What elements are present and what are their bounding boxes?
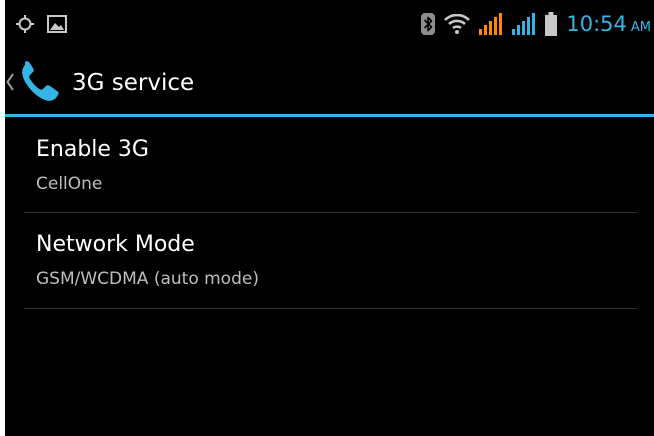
signal-icon-sim2 bbox=[512, 13, 536, 35]
phone-screen: 10:54 AM 3G service Enable 3G CellOne Ne… bbox=[5, 0, 654, 436]
list-divider bbox=[24, 308, 637, 309]
wifi-icon bbox=[444, 14, 471, 34]
signal-icon-sim1 bbox=[479, 13, 503, 35]
status-clock: 10:54 AM bbox=[566, 12, 651, 36]
pref-title: Network Mode bbox=[36, 232, 195, 257]
phone-icon bbox=[17, 59, 63, 105]
pref-summary: GSM/WCDMA (auto mode) bbox=[36, 269, 259, 289]
clock-ampm: AM bbox=[630, 20, 651, 35]
pref-enable-3g[interactable]: Enable 3G CellOne bbox=[5, 117, 654, 212]
picture-icon bbox=[47, 15, 67, 33]
clock-time: 10:54 bbox=[566, 12, 627, 36]
system-icons: 10:54 AM bbox=[421, 10, 651, 38]
battery-icon bbox=[545, 12, 558, 36]
status-bar: 10:54 AM bbox=[5, 0, 654, 48]
chevron-left-icon bbox=[6, 73, 14, 91]
notification-icons bbox=[15, 12, 67, 36]
pref-network-mode[interactable]: Network Mode GSM/WCDMA (auto mode) bbox=[5, 212, 654, 307]
up-button[interactable] bbox=[5, 50, 63, 114]
page-title: 3G service bbox=[72, 70, 195, 96]
bluetooth-icon bbox=[421, 13, 436, 35]
location-icon bbox=[15, 14, 35, 34]
pref-title: Enable 3G bbox=[36, 137, 149, 162]
action-bar: 3G service bbox=[5, 50, 654, 114]
pref-summary: CellOne bbox=[36, 174, 103, 194]
preference-list: Enable 3G CellOne Network Mode GSM/WCDMA… bbox=[5, 117, 654, 309]
